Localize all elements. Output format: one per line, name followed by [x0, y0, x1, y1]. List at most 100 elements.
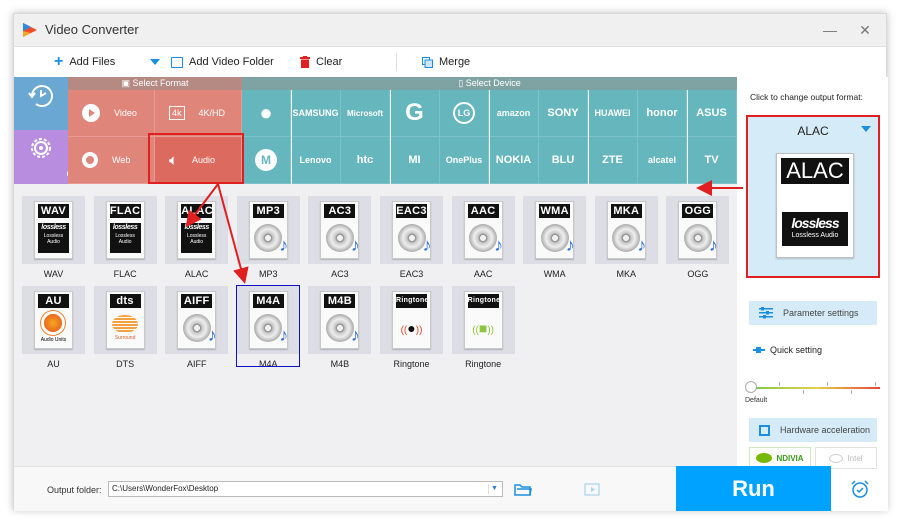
device-nokia[interactable]: NOKIA: [489, 137, 539, 184]
device-asus[interactable]: ASUS: [687, 90, 737, 137]
device-lg[interactable]: LGLG: [440, 90, 489, 137]
output-folder-input[interactable]: C:\Users\WonderFox\Desktop ▼: [108, 481, 503, 497]
format-file-icon: OGG: [678, 201, 718, 259]
device-tv[interactable]: TV: [687, 137, 737, 184]
format-tile-aiff[interactable]: AIFF AIFF: [165, 286, 229, 376]
add-files-button[interactable]: + Add Files: [54, 53, 115, 71]
device-microsoft[interactable]: Microsoft: [341, 90, 390, 137]
tab-4k-hd[interactable]: 4k 4K/HD: [155, 90, 242, 137]
chrome-icon: [82, 152, 98, 168]
output-format-selector[interactable]: ALAC ALAC lossless Lossless Audio: [746, 115, 880, 278]
trash-icon: [300, 56, 310, 68]
format-tile-mp3[interactable]: MP3 MP3: [236, 196, 300, 286]
audio-disc-icon: [540, 224, 575, 256]
merge-label: Merge: [439, 56, 471, 68]
format-tile-mka[interactable]: MKA MKA: [594, 196, 658, 286]
format-tile-bg: EAC3: [380, 196, 443, 264]
app-logo-icon: [23, 23, 37, 37]
intel-label: Intel: [847, 453, 863, 463]
add-files-dropdown[interactable]: [150, 53, 160, 71]
add-video-folder-button[interactable]: Add Video Folder: [171, 53, 274, 71]
format-file-icon: AAC: [463, 201, 503, 259]
run-button[interactable]: Run: [676, 466, 831, 511]
device-zte[interactable]: ZTE: [588, 137, 638, 184]
format-tile-dts[interactable]: dts Surround DTS: [93, 286, 157, 376]
format-tile-bg: dts Surround: [93, 286, 157, 354]
format-name: OGG: [687, 269, 709, 279]
parameter-settings-button[interactable]: Parameter settings: [749, 301, 877, 325]
device-oneplus[interactable]: OnePlus: [440, 137, 489, 184]
device-amazon[interactable]: amazon: [489, 90, 539, 137]
tab-video[interactable]: Video: [68, 90, 155, 137]
quality-slider-track[interactable]: [752, 387, 880, 389]
device-huawei[interactable]: HUAWEI: [588, 90, 638, 137]
device-alcatel[interactable]: alcatel: [638, 137, 687, 184]
tab-web[interactable]: Web: [68, 137, 155, 184]
device-honor[interactable]: honor: [638, 90, 687, 137]
format-tile-ringtone[interactable]: Ringtone ((●)) Ringtone: [380, 286, 443, 376]
device-samsung[interactable]: SAMSUNG: [291, 90, 341, 137]
format-file-icon: FLAC lossless Lossless Audio: [105, 201, 145, 259]
format-tile-bg: AAC: [451, 196, 515, 264]
clock-icon: [28, 85, 53, 107]
device-mi[interactable]: MI: [390, 137, 440, 184]
format-tile-m4a[interactable]: M4AM4A: [235, 285, 300, 376]
toolbar-divider: [396, 53, 397, 71]
tab-custom[interactable]: Custom: [14, 130, 98, 184]
format-tile-aac[interactable]: AAC AAC: [451, 196, 515, 286]
audio-disc-icon: [325, 224, 360, 256]
gear-icon: [31, 138, 51, 158]
format-tile-au[interactable]: AU Audio Units AU: [22, 286, 85, 376]
format-tile-ringtone[interactable]: Ringtone ((■)) Ringtone: [451, 286, 515, 376]
device-htc[interactable]: htc: [341, 137, 390, 184]
format-tile-bg: OGG: [666, 196, 730, 264]
format-tile-eac3[interactable]: EAC3 EAC3: [380, 196, 443, 286]
output-folder-value: C:\Users\WonderFox\Desktop: [112, 484, 219, 493]
device-apple[interactable]: Apple●: [242, 90, 291, 137]
format-tile-alac[interactable]: ALAC lossless Lossless Audio ALAC: [165, 196, 229, 286]
format-tile-wma[interactable]: WMA WMA: [523, 196, 587, 286]
device-logo: ASUS: [696, 107, 727, 119]
slider-tick: [851, 390, 852, 394]
hardware-acceleration-button[interactable]: Hardware acceleration: [749, 418, 877, 442]
intel-logo-icon: [829, 453, 844, 463]
video-folder-icon[interactable]: [584, 483, 600, 496]
device-logo: MI: [408, 154, 421, 166]
format-tile-bg: M4B: [308, 286, 372, 354]
format-file-icon: WAV lossless Lossless Audio: [34, 201, 73, 259]
format-file-icon: MKA: [606, 201, 646, 259]
format-name: AIFF: [186, 359, 207, 369]
output-format-name: ALAC: [797, 124, 829, 138]
minimize-button[interactable]: —: [817, 20, 843, 40]
open-folder-icon[interactable]: [514, 483, 532, 496]
device-logo: amazon: [496, 108, 531, 118]
format-tile-flac[interactable]: FLAC lossless Lossless Audio FLAC: [93, 196, 157, 286]
alarm-clock-icon[interactable]: [850, 479, 870, 499]
device-blu[interactable]: BLU: [539, 137, 588, 184]
format-tile-bg: MP3: [236, 196, 300, 264]
format-tile-ogg[interactable]: OGG OGG: [666, 196, 730, 286]
close-button[interactable]: ✕: [852, 20, 878, 40]
format-icon-label: WMA: [539, 204, 571, 218]
device-lenovo[interactable]: Lenovo: [291, 137, 341, 184]
device-logo: alcatel: [647, 155, 677, 165]
device-google[interactable]: GoogleG: [390, 90, 440, 137]
quality-slider-knob[interactable]: [745, 381, 757, 393]
format-name: DTS: [116, 359, 135, 369]
tab-history[interactable]: History: [14, 77, 97, 130]
clear-button[interactable]: Clear: [300, 53, 342, 71]
title-bar: Video Converter — ✕: [14, 14, 886, 47]
chip-icon: [759, 424, 770, 436]
device-logo: ZTE: [602, 154, 623, 166]
output-folder-dropdown[interactable]: ▼: [488, 484, 500, 494]
folder-film-icon: [171, 56, 183, 68]
format-tile-wav[interactable]: WAV lossless Lossless Audio WAV: [22, 196, 85, 286]
merge-button[interactable]: Merge: [422, 53, 470, 71]
format-tile-m4b[interactable]: M4B M4B: [308, 286, 372, 376]
select-format-header: ▣ Select Format: [68, 77, 242, 90]
format-tile-ac3[interactable]: AC3 AC3: [308, 196, 372, 286]
format-header-icon: ▣: [121, 78, 133, 88]
lossless-badge: lossless Lossless Audio: [181, 223, 213, 253]
device-motorola[interactable]: MotorolaM: [242, 137, 291, 184]
device-sony[interactable]: SONY: [539, 90, 588, 137]
